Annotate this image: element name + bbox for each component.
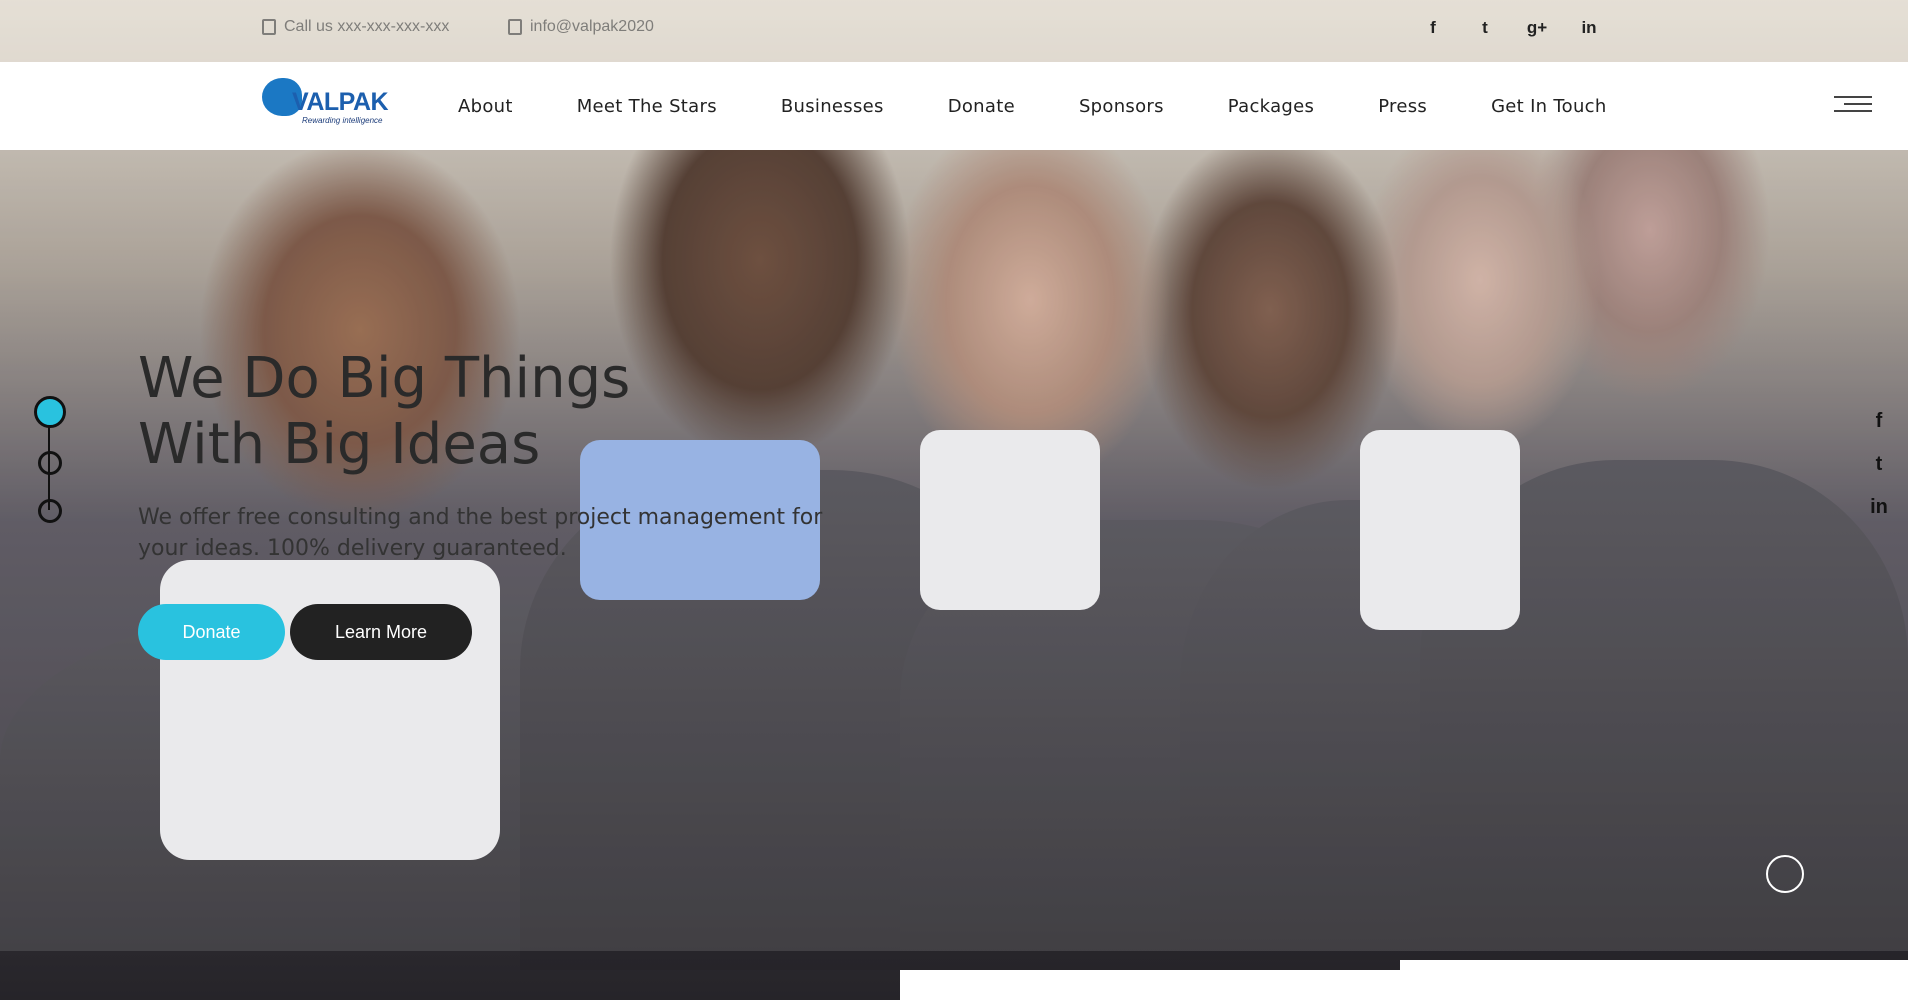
phone-icon [262,19,276,35]
top-bar: Call us xxx-xxx-xxx-xxx info@valpak2020 … [0,0,1908,62]
donate-button[interactable]: Donate [138,604,285,660]
hamburger-menu-icon[interactable] [1834,96,1872,116]
linkedin-icon[interactable]: in [1868,496,1890,519]
slide-dot-1[interactable] [34,396,66,428]
hero-title-line-2: With Big Ideas [138,412,541,477]
nav-item-about[interactable]: About [458,96,513,117]
nav-item-donate[interactable]: Donate [948,96,1015,117]
site-logo[interactable]: VALPAK Rewarding intelligence [262,74,392,134]
phone-contact[interactable]: Call us xxx-xxx-xxx-xxx [262,18,449,36]
slide-dot-3[interactable] [38,499,62,523]
nav-item-press[interactable]: Press [1378,96,1427,117]
facebook-icon[interactable]: f [1422,18,1444,38]
learn-more-button[interactable]: Learn More [290,604,472,660]
nav-item-meet-the-stars[interactable]: Meet The Stars [577,96,717,117]
side-social-links: f t in [1868,410,1890,519]
slide-dot-2[interactable] [38,451,62,475]
building-icon [508,19,522,35]
main-navbar: VALPAK Rewarding intelligence About Meet… [0,62,1908,150]
facebook-icon[interactable]: f [1868,410,1890,433]
hero-title: We Do Big Things With Big Ideas [138,346,630,478]
logo-tagline: Rewarding intelligence [302,116,383,125]
hero-subtitle: We offer free consulting and the best pr… [138,505,823,561]
nav-item-get-in-touch[interactable]: Get In Touch [1491,96,1607,117]
scroll-to-top-button[interactable] [1766,855,1804,893]
phone-text: Call us xxx-xxx-xxx-xxx [284,18,450,35]
email-text: info@valpak2020 [530,18,654,35]
nav-item-businesses[interactable]: Businesses [781,96,884,117]
nav-menu: About Meet The Stars Businesses Donate S… [458,62,1671,150]
email-contact[interactable]: info@valpak2020 [508,18,654,36]
logo-brand-name: VALPAK [292,88,389,116]
nav-item-packages[interactable]: Packages [1228,96,1314,117]
hero-title-line-1: We Do Big Things [138,346,631,411]
google-plus-icon[interactable]: g+ [1526,18,1548,38]
linkedin-icon[interactable]: in [1578,18,1600,38]
twitter-icon[interactable]: t [1868,453,1890,476]
top-social-links: f t g+ in [1422,18,1600,38]
twitter-icon[interactable]: t [1474,18,1496,38]
nav-item-sponsors[interactable]: Sponsors [1079,96,1164,117]
